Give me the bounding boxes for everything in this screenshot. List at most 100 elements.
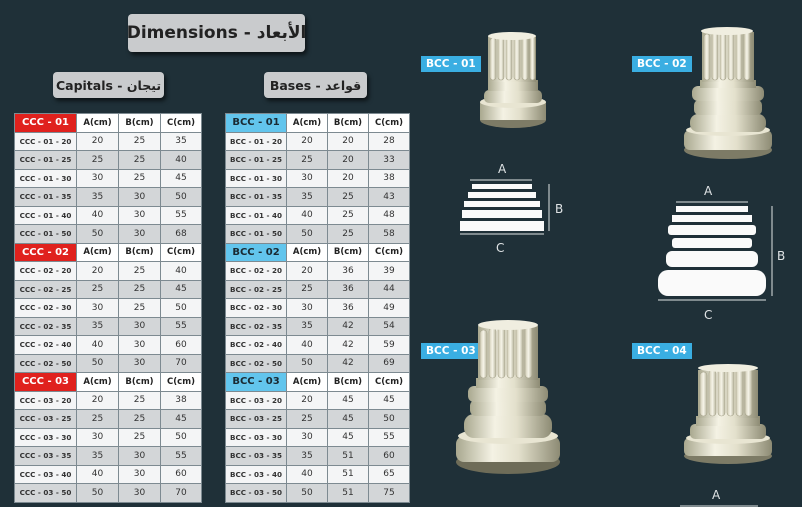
model-code-cell: BCC - 02 - 30 (225, 298, 287, 318)
dimension-cell: 36 (327, 298, 369, 318)
dimension-cell: 20 (286, 131, 328, 151)
model-code-cell: BCC - 03 - 30 (225, 427, 287, 447)
dimension-cell: 60 (368, 446, 410, 466)
dimension-cell: 50 (160, 427, 202, 447)
dimension-cell: 25 (118, 261, 161, 281)
dimension-cell: 40 (286, 335, 328, 355)
diagram-label-a: A (712, 488, 721, 502)
model-code-cell: BCC - 02 - 40 (225, 335, 287, 355)
table-row: BCC - 03 - 30 30 45 55 (225, 427, 410, 447)
dimension-cell: 25 (118, 150, 161, 170)
column-header: B(cm) (327, 113, 369, 133)
dimension-cell: 55 (368, 427, 410, 447)
base-series-code: BCC - 01 (225, 113, 287, 133)
model-code-cell: BCC - 01 - 20 (225, 131, 287, 151)
table-row: CCC - 02 - 35 35 30 55 (14, 316, 202, 336)
dimension-cell: 55 (160, 316, 202, 336)
dimension-cell: 42 (327, 353, 369, 373)
column-header: B(cm) (118, 113, 161, 133)
model-code-cell: BCC - 02 - 35 (225, 316, 287, 336)
dimension-cell: 50 (76, 353, 119, 373)
capitals-table: CCC - 01 A(cm) B(cm) C(cm) CCC - 01 - 20 20 25… (14, 113, 202, 503)
dimension-cell: 20 (76, 390, 119, 410)
dimension-cell: 58 (368, 224, 410, 244)
dimension-cell: 45 (160, 168, 202, 188)
dimension-cell: 30 (118, 187, 161, 207)
base-header-row: BCC - 01 A(cm) B(cm) C(cm) (225, 113, 410, 133)
model-code-cell: CCC - 03 - 50 (14, 483, 77, 503)
model-code-cell: BCC - 01 - 35 (225, 187, 287, 207)
dimension-cell: 40 (76, 205, 119, 225)
table-row: CCC - 01 - 35 35 30 50 (14, 187, 202, 207)
dimension-cell: 30 (76, 168, 119, 188)
dimension-cell: 50 (160, 298, 202, 318)
dimension-cell: 30 (286, 298, 328, 318)
dimension-cell: 51 (327, 464, 369, 484)
bcc-01-dimension-diagram: A B C (460, 162, 563, 255)
dimension-cell: 70 (160, 483, 202, 503)
dimension-cell: 36 (327, 279, 369, 299)
model-code-cell: BCC - 01 - 25 (225, 150, 287, 170)
dimension-cell: 75 (368, 483, 410, 503)
dimension-cell: 25 (286, 150, 328, 170)
dimension-cell: 48 (368, 205, 410, 225)
dimension-cell: 54 (368, 316, 410, 336)
dimension-cell: 40 (76, 464, 119, 484)
capital-series-code: CCC - 03 (14, 372, 77, 392)
dimension-cell: 30 (118, 464, 161, 484)
capital-header-row: CCC - 01 A(cm) B(cm) C(cm) (14, 113, 202, 133)
dimension-cell: 45 (368, 390, 410, 410)
dimension-cell: 40 (160, 150, 202, 170)
dimension-cell: 30 (118, 205, 161, 225)
table-row: CCC - 02 - 20 20 25 40 (14, 261, 202, 281)
model-code-cell: CCC - 02 - 40 (14, 335, 77, 355)
model-code-cell: BCC - 02 - 20 (225, 261, 287, 281)
dimension-cell: 45 (160, 279, 202, 299)
column-header: A(cm) (76, 113, 119, 133)
dimension-cell: 20 (327, 131, 369, 151)
model-code-cell: CCC - 02 - 20 (14, 261, 77, 281)
bcc-04-product-image (684, 364, 772, 464)
model-code-cell: CCC - 01 - 40 (14, 205, 77, 225)
model-code-cell: BCC - 01 - 50 (225, 224, 287, 244)
base-series-code: BCC - 02 (225, 242, 287, 262)
dimension-cell: 25 (118, 427, 161, 447)
dimension-cell: 30 (76, 427, 119, 447)
capital-header-row: CCC - 03 A(cm) B(cm) C(cm) (14, 372, 202, 392)
model-code-cell: CCC - 03 - 40 (14, 464, 77, 484)
table-row: BCC - 01 - 35 35 25 43 (225, 187, 410, 207)
dimension-cell: 35 (286, 316, 328, 336)
base-header-row: BCC - 02 A(cm) B(cm) C(cm) (225, 242, 410, 262)
dimension-cell: 39 (368, 261, 410, 281)
dimension-cell: 50 (286, 353, 328, 373)
model-code-cell: CCC - 03 - 20 (14, 390, 77, 410)
dimension-cell: 35 (286, 187, 328, 207)
dimension-cell: 50 (76, 224, 119, 244)
model-code-cell: BCC - 03 - 25 (225, 409, 287, 429)
dimension-cell: 45 (327, 390, 369, 410)
model-code-cell: BCC - 03 - 40 (225, 464, 287, 484)
table-row: CCC - 01 - 30 30 25 45 (14, 168, 202, 188)
diagram-label-c: C (704, 308, 712, 322)
capital-series-code: CCC - 01 (14, 113, 77, 133)
dimension-cell: 50 (368, 409, 410, 429)
diagram-label-c: C (496, 241, 504, 255)
dimension-cell: 35 (286, 446, 328, 466)
page-title: Dimensions - الأبعاد (127, 14, 306, 52)
dimension-cell: 25 (118, 279, 161, 299)
dimension-cell: 30 (76, 298, 119, 318)
model-code-cell: CCC - 02 - 35 (14, 316, 77, 336)
column-header: C(cm) (160, 113, 202, 133)
table-row: BCC - 01 - 50 50 25 58 (225, 224, 410, 244)
dimension-cell: 50 (286, 224, 328, 244)
dimension-cell: 25 (327, 205, 369, 225)
column-header: C(cm) (160, 372, 202, 392)
column-header: A(cm) (76, 242, 119, 262)
table-row: CCC - 03 - 20 20 25 38 (14, 390, 202, 410)
dimension-cell: 42 (327, 335, 369, 355)
column-header: C(cm) (368, 372, 410, 392)
model-code-cell: CCC - 03 - 30 (14, 427, 77, 447)
dimension-cell: 40 (286, 464, 328, 484)
dimension-cell: 59 (368, 335, 410, 355)
model-code-cell: BCC - 03 - 20 (225, 390, 287, 410)
